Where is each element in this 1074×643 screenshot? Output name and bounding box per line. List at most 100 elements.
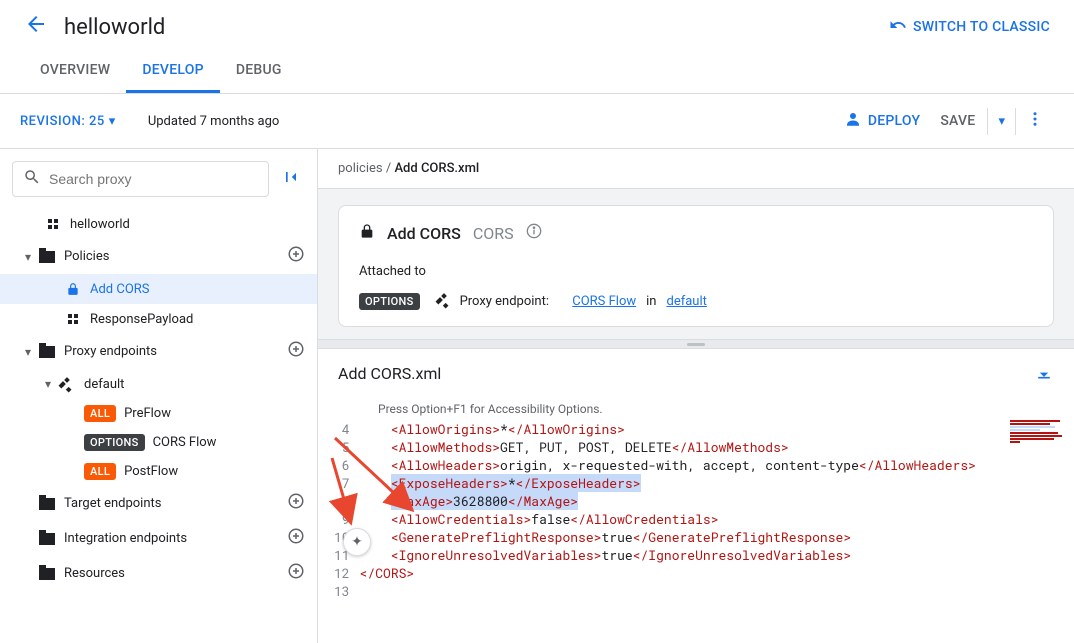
policy-detail-card: Add CORS CORS Attached to OPTIONS Proxy …: [338, 205, 1054, 327]
tree-item-postflow-label: PostFlow: [124, 464, 305, 479]
tree-item-preflow[interactable]: ALL PreFlow: [0, 399, 317, 428]
policy-type: CORS: [473, 224, 514, 243]
grid-icon: [44, 215, 62, 233]
tree-integration-endpoints-label: Integration endpoints: [64, 531, 287, 546]
chevron-down-icon: ▾: [109, 114, 116, 129]
lock-icon: [359, 222, 375, 244]
search-icon: [23, 168, 41, 190]
badge-options: OPTIONS: [84, 434, 145, 451]
folder-icon: [38, 495, 56, 513]
tree-integration-endpoints[interactable]: Integration endpoints: [0, 521, 317, 556]
tree-proxy-endpoints[interactable]: ▾ Proxy endpoints: [0, 334, 317, 369]
deploy-label: DEPLOY: [868, 113, 921, 129]
search-row: [0, 149, 317, 205]
undo-icon: [889, 16, 907, 39]
revision-label: REVISION: 25: [20, 114, 105, 129]
switch-to-classic-button[interactable]: SWITCH TO CLASSIC: [889, 16, 1050, 39]
editor-accessibility-hint: Press Option+F1 for Accessibility Option…: [318, 398, 1074, 420]
chevron-down-icon: ▾: [18, 250, 38, 264]
deploy-button[interactable]: DEPLOY: [836, 104, 929, 138]
tree-item-add-cors[interactable]: Add CORS: [0, 274, 317, 304]
revision-bar: REVISION: 25 ▾ Updated 7 months ago DEPL…: [0, 94, 1074, 149]
editor-filename: Add CORS.xml: [338, 364, 1034, 383]
editor-code[interactable]: <AllowOrigins>*</AllowOrigins> <AllowMet…: [360, 420, 1074, 643]
add-integration-endpoint-button[interactable]: [287, 527, 305, 550]
save-button[interactable]: SAVE: [928, 107, 987, 135]
tree-item-response-payload[interactable]: ResponsePayload: [0, 304, 317, 334]
tree-target-endpoints[interactable]: Target endpoints: [0, 486, 317, 521]
lock-icon: [64, 280, 82, 298]
folder-icon: [38, 248, 56, 266]
search-input-wrapper[interactable]: [12, 161, 269, 197]
folder-icon: [38, 530, 56, 548]
switch-to-classic-label: SWITCH TO CLASSIC: [913, 19, 1050, 35]
chevron-down-icon: ▾: [18, 345, 38, 359]
sidebar: helloworld ▾ Policies Add CORS ResponseP…: [0, 149, 318, 643]
pane-resize-handle[interactable]: [318, 339, 1074, 349]
tab-develop[interactable]: DEVELOP: [126, 50, 219, 93]
tree-resources-label: Resources: [64, 566, 287, 581]
badge-all: ALL: [84, 405, 116, 422]
add-resource-button[interactable]: [287, 562, 305, 585]
grid-icon: [64, 310, 82, 328]
add-policy-button[interactable]: [287, 245, 305, 268]
tree-item-corsflow[interactable]: OPTIONS CORS Flow: [0, 428, 317, 457]
tree-item-corsflow-label: CORS Flow: [153, 435, 305, 450]
person-icon: [844, 110, 862, 132]
tree-resources[interactable]: Resources: [0, 556, 317, 591]
tree-item-response-payload-label: ResponsePayload: [90, 312, 305, 327]
breadcrumb: policies / Add CORS.xml: [318, 149, 1074, 189]
page-title: helloworld: [64, 15, 889, 40]
editor-minimap[interactable]: [1010, 420, 1070, 460]
tree-root[interactable]: helloworld: [0, 209, 317, 239]
chevron-down-icon: ▾: [38, 377, 58, 391]
search-input[interactable]: [49, 171, 258, 187]
tree-policies-label: Policies: [64, 249, 287, 264]
tree-item-preflow-label: PreFlow: [124, 406, 305, 421]
diamond-icon: [438, 294, 450, 310]
tree-proxy-endpoints-label: Proxy endpoints: [64, 344, 287, 359]
breadcrumb-parent[interactable]: policies: [338, 161, 383, 176]
proxy-endpoint-label: Proxy endpoint:: [460, 294, 549, 309]
back-arrow-icon[interactable]: [24, 12, 48, 42]
breadcrumb-current: Add CORS.xml: [394, 161, 479, 176]
badge-all: ALL: [84, 463, 116, 480]
header: helloworld SWITCH TO CLASSIC: [0, 0, 1074, 50]
folder-icon: [38, 343, 56, 361]
attached-to-row: OPTIONS Proxy endpoint: CORS Flow in def…: [359, 293, 1033, 310]
default-link[interactable]: default: [666, 294, 706, 309]
save-dropdown[interactable]: ▾: [987, 108, 1016, 135]
diamond-icon: [58, 375, 76, 393]
tree-item-add-cors-label: Add CORS: [90, 282, 305, 297]
collapse-editor-button[interactable]: [1034, 361, 1054, 386]
tree-target-endpoints-label: Target endpoints: [64, 496, 287, 511]
revision-updated: Updated 7 months ago: [148, 114, 280, 129]
tree-root-label: helloworld: [70, 217, 305, 232]
tree-policies[interactable]: ▾ Policies: [0, 239, 317, 274]
body: helloworld ▾ Policies Add CORS ResponseP…: [0, 149, 1074, 643]
tab-debug[interactable]: DEBUG: [220, 50, 298, 93]
in-text: in: [646, 294, 656, 309]
folder-icon: [38, 565, 56, 583]
tree-item-default-label: default: [84, 377, 305, 392]
add-target-endpoint-button[interactable]: [287, 492, 305, 515]
tree-item-default[interactable]: ▾ default: [0, 369, 317, 399]
attached-to-label: Attached to: [359, 264, 1033, 279]
editor-header: Add CORS.xml: [318, 349, 1074, 398]
policy-detail-header: Add CORS CORS: [359, 222, 1033, 244]
tree: helloworld ▾ Policies Add CORS ResponseP…: [0, 205, 317, 643]
tab-overview[interactable]: OVERVIEW: [24, 50, 126, 93]
info-icon[interactable]: [526, 223, 542, 243]
cors-flow-link[interactable]: CORS Flow: [572, 294, 636, 309]
add-proxy-endpoint-button[interactable]: [287, 340, 305, 363]
tabs: OVERVIEW DEVELOP DEBUG: [0, 50, 1074, 94]
tree-item-postflow[interactable]: ALL PostFlow: [0, 457, 317, 486]
badge-options: OPTIONS: [359, 293, 420, 310]
ai-sparkle-button[interactable]: ✦: [343, 528, 371, 556]
revision-select[interactable]: REVISION: 25 ▾: [20, 114, 116, 129]
collapse-sidebar-button[interactable]: [277, 163, 305, 196]
policy-name: Add CORS: [387, 224, 461, 243]
code-editor[interactable]: 45678910111213 <AllowOrigins>*</AllowOri…: [318, 420, 1074, 643]
more-menu-button[interactable]: [1016, 104, 1054, 138]
main: policies / Add CORS.xml Add CORS CORS At…: [318, 149, 1074, 643]
